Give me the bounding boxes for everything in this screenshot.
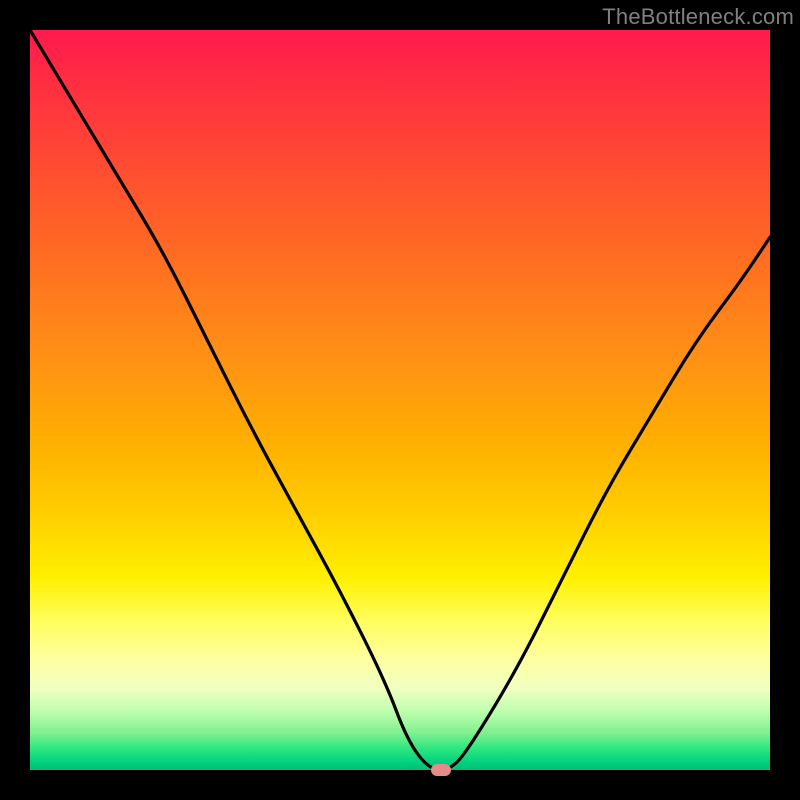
optimal-marker: [431, 764, 451, 776]
attribution-text: TheBottleneck.com: [602, 4, 794, 30]
chart-container: TheBottleneck.com: [0, 0, 800, 800]
bottleneck-curve: [30, 30, 770, 770]
plot-area: [30, 30, 770, 770]
